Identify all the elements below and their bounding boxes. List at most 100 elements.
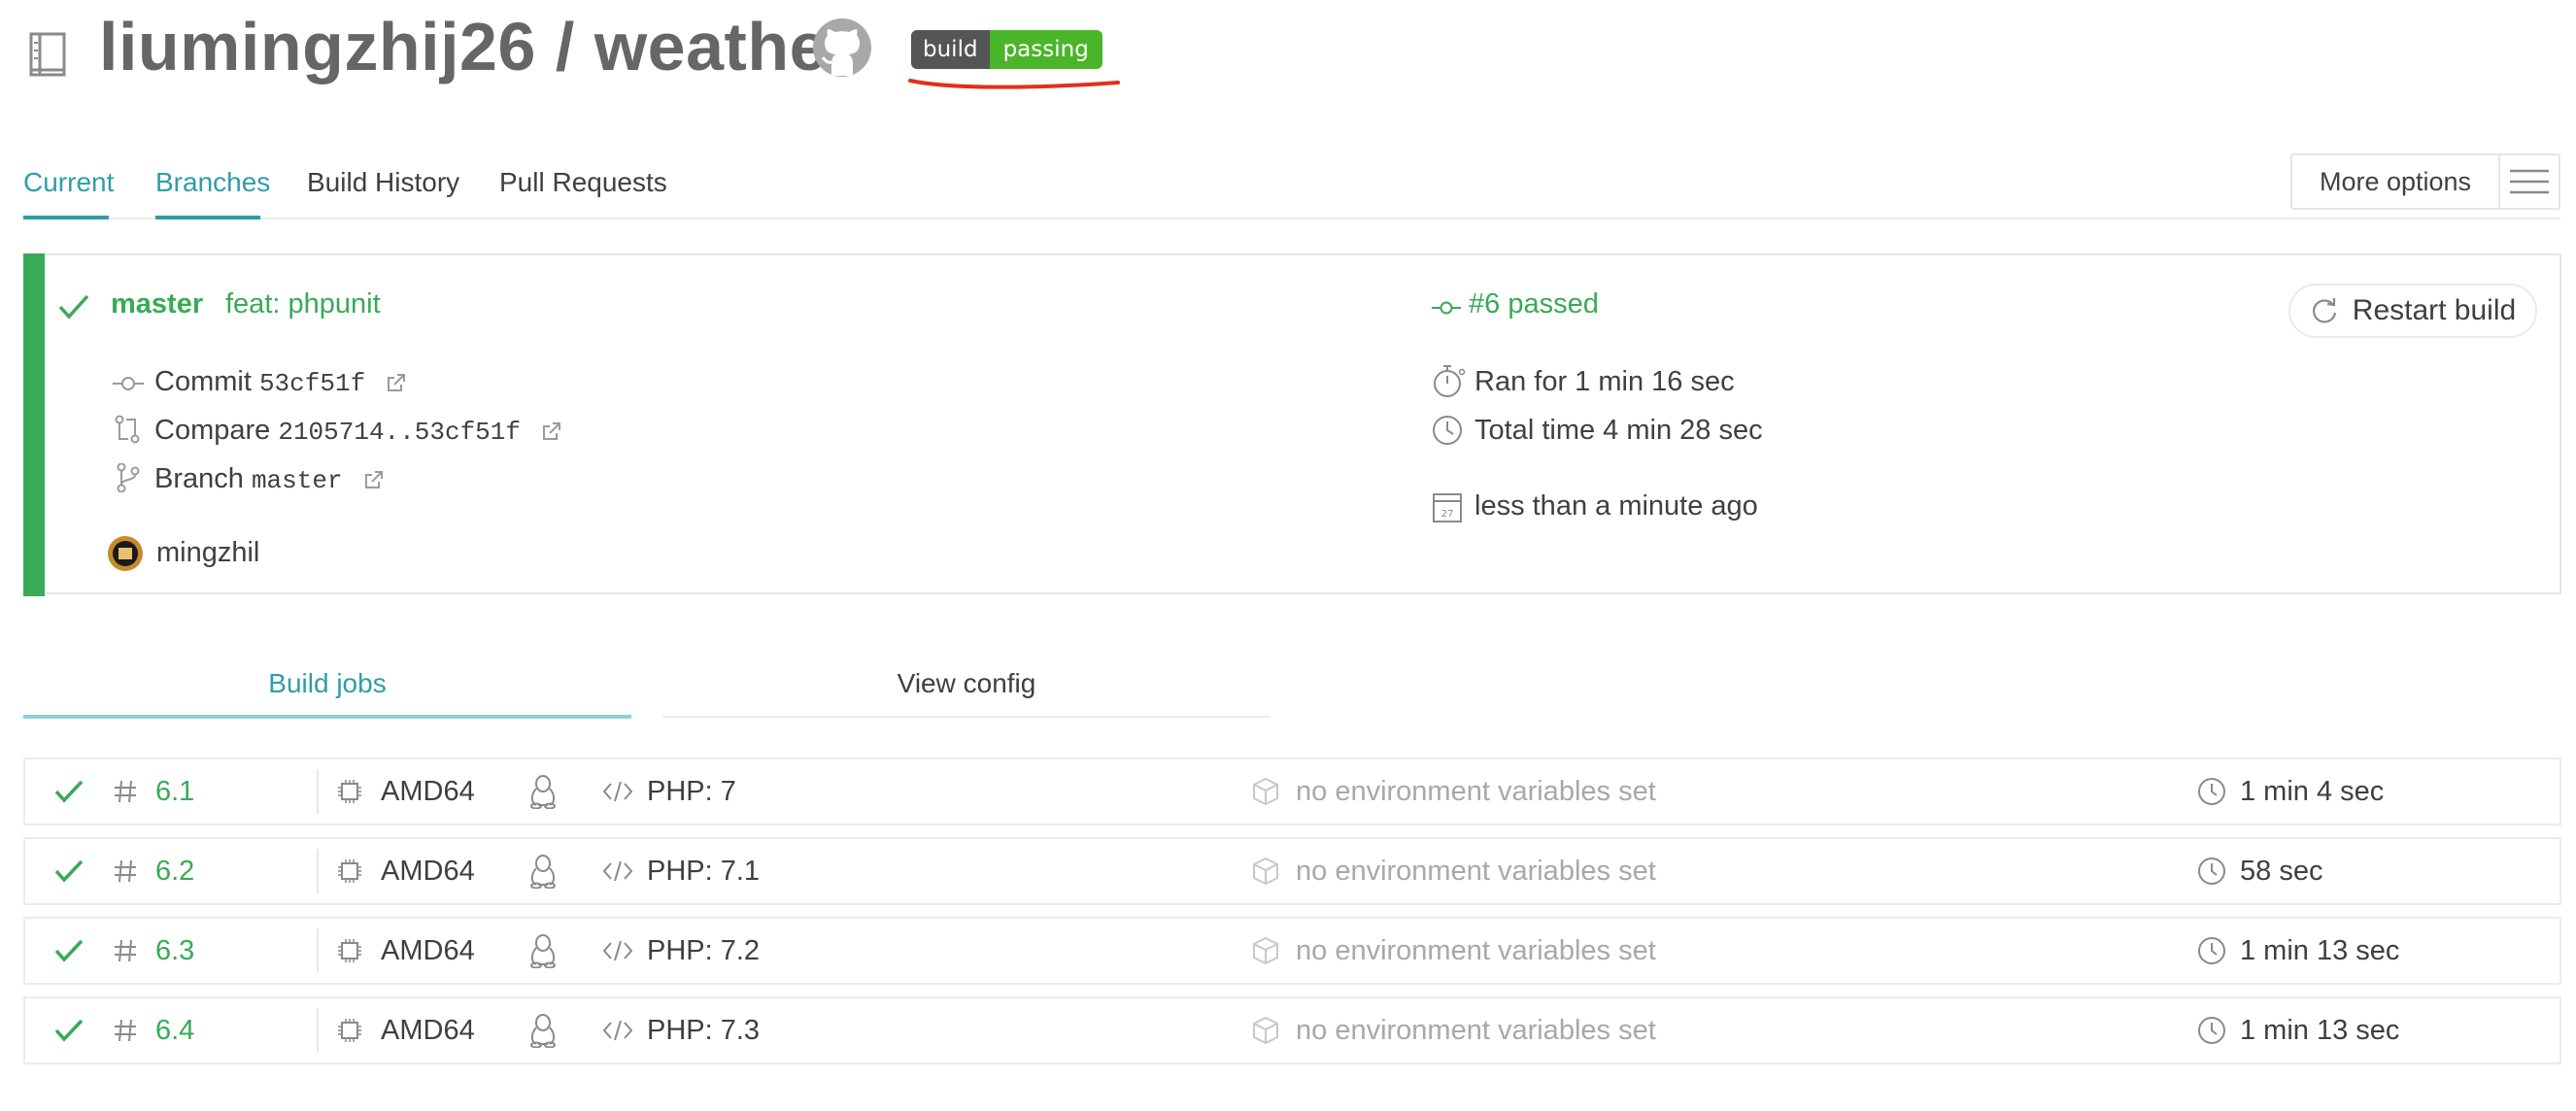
job-row[interactable]: 6.1 AMD64 PHP: 7 no environment variable… [23, 758, 2561, 825]
hash-icon [113, 759, 138, 824]
code-icon [602, 919, 633, 983]
more-options-button[interactable]: More options [2292, 155, 2500, 208]
branch-row[interactable]: Branch master [154, 463, 384, 495]
tab-branches-underline [155, 216, 260, 219]
svg-text:27: 27 [1441, 509, 1454, 520]
box-icon [1251, 759, 1280, 824]
clock-icon [2197, 839, 2226, 903]
job-number[interactable]: 6.2 [155, 839, 194, 903]
clock-icon [2197, 919, 2226, 983]
tab-current[interactable]: Current [23, 167, 114, 198]
job-number[interactable]: 6.4 [155, 998, 194, 1062]
tab-current-underline [23, 216, 109, 219]
job-number[interactable]: 6.3 [155, 919, 194, 983]
build-status-stripe [23, 253, 45, 596]
restart-build-label: Restart build [2352, 294, 2517, 326]
tab-branches[interactable]: Branches [155, 167, 270, 198]
tab-build-jobs[interactable]: Build jobs [23, 668, 631, 699]
tab-divider [23, 218, 2560, 219]
hamburger-icon[interactable] [2500, 155, 2559, 208]
row-divider [317, 928, 319, 973]
job-arch: AMD64 [381, 934, 475, 966]
cpu-icon [336, 998, 363, 1062]
code-icon [602, 759, 633, 824]
build-number-status[interactable]: #6 passed [1469, 288, 1599, 320]
commit-icon [113, 376, 144, 391]
repo-header: liumingzhij26 / weather build passing [0, 0, 2576, 97]
linux-icon [528, 919, 558, 983]
hash-icon [113, 919, 138, 983]
red-underline-annotation [907, 74, 1121, 93]
check-icon [58, 294, 89, 320]
hash-icon [113, 839, 138, 903]
stopwatch-icon [1432, 362, 1467, 399]
build-branch-name[interactable]: master [111, 288, 203, 320]
compare-label: Compare [154, 415, 271, 446]
job-language: PHP: 7 [647, 775, 736, 807]
linux-icon [528, 839, 558, 903]
job-env: no environment variables set [1296, 934, 1656, 966]
box-icon [1251, 998, 1280, 1062]
clock-icon [2197, 998, 2226, 1062]
job-duration: 1 min 13 sec [2240, 934, 2400, 966]
tab-view-config[interactable]: View config [662, 668, 1271, 699]
compare-row[interactable]: Compare 2105714..53cf51f [154, 415, 561, 447]
build-status-badge[interactable]: build passing [911, 30, 1102, 69]
hash-icon [113, 998, 138, 1062]
external-link-icon[interactable] [542, 421, 561, 441]
compare-icon [115, 415, 140, 444]
compare-range[interactable]: 2105714..53cf51f [278, 418, 521, 447]
job-number[interactable]: 6.1 [155, 759, 194, 824]
repo-book-icon [27, 31, 68, 80]
job-language: PHP: 7.3 [647, 1014, 761, 1046]
tab-pull-requests[interactable]: Pull Requests [499, 167, 667, 198]
job-language: PHP: 7.2 [647, 934, 761, 966]
build-summary-card: master feat: phpunit Commit 53cf51f Comp… [23, 253, 2561, 596]
job-arch: AMD64 [381, 855, 475, 887]
tab-view-config-underline [662, 716, 1271, 718]
commit-icon [1432, 300, 1461, 316]
github-icon[interactable] [812, 17, 872, 78]
check-icon [54, 998, 84, 1062]
more-options-menu[interactable]: More options [2290, 153, 2560, 210]
external-link-icon[interactable] [387, 373, 406, 392]
total-time: Total time 4 min 28 sec [1474, 415, 1763, 446]
avatar [107, 535, 144, 572]
job-env: no environment variables set [1296, 775, 1656, 807]
job-language: PHP: 7.1 [647, 855, 761, 887]
restart-icon [2310, 296, 2339, 325]
clock-icon [1432, 415, 1463, 446]
branch-value[interactable]: master [252, 466, 343, 495]
tab-build-jobs-underline [23, 715, 631, 719]
tab-build-history[interactable]: Build History [307, 167, 459, 198]
row-divider [317, 1008, 319, 1053]
box-icon [1251, 919, 1280, 983]
job-row[interactable]: 6.3 AMD64 PHP: 7.2 no environment variab… [23, 917, 2561, 985]
code-icon [602, 998, 633, 1062]
job-duration: 58 sec [2240, 855, 2323, 887]
check-icon [54, 759, 84, 824]
commit-label: Commit [154, 366, 252, 397]
job-env: no environment variables set [1296, 1014, 1656, 1046]
linux-icon [528, 998, 558, 1062]
job-row[interactable]: 6.2 AMD64 PHP: 7.1 no environment variab… [23, 837, 2561, 905]
repo-title[interactable]: liumingzhij26 / weather [99, 8, 855, 85]
check-icon [54, 839, 84, 903]
external-link-icon[interactable] [364, 470, 384, 489]
commit-hash[interactable]: 53cf51f [259, 369, 365, 398]
job-arch: AMD64 [381, 1014, 475, 1046]
restart-build-button[interactable]: Restart build [2288, 284, 2537, 338]
badge-label: build [911, 30, 990, 69]
cpu-icon [336, 919, 363, 983]
job-arch: AMD64 [381, 775, 475, 807]
job-env: no environment variables set [1296, 855, 1656, 887]
code-icon [602, 839, 633, 903]
branch-icon [117, 463, 140, 492]
calendar-icon: 27 [1432, 490, 1463, 523]
cpu-icon [336, 839, 363, 903]
commit-row[interactable]: Commit 53cf51f [154, 366, 406, 398]
clock-icon [2197, 759, 2226, 824]
job-row[interactable]: 6.4 AMD64 PHP: 7.3 no environment variab… [23, 996, 2561, 1064]
branch-label: Branch [154, 463, 244, 494]
cpu-icon [336, 759, 363, 824]
